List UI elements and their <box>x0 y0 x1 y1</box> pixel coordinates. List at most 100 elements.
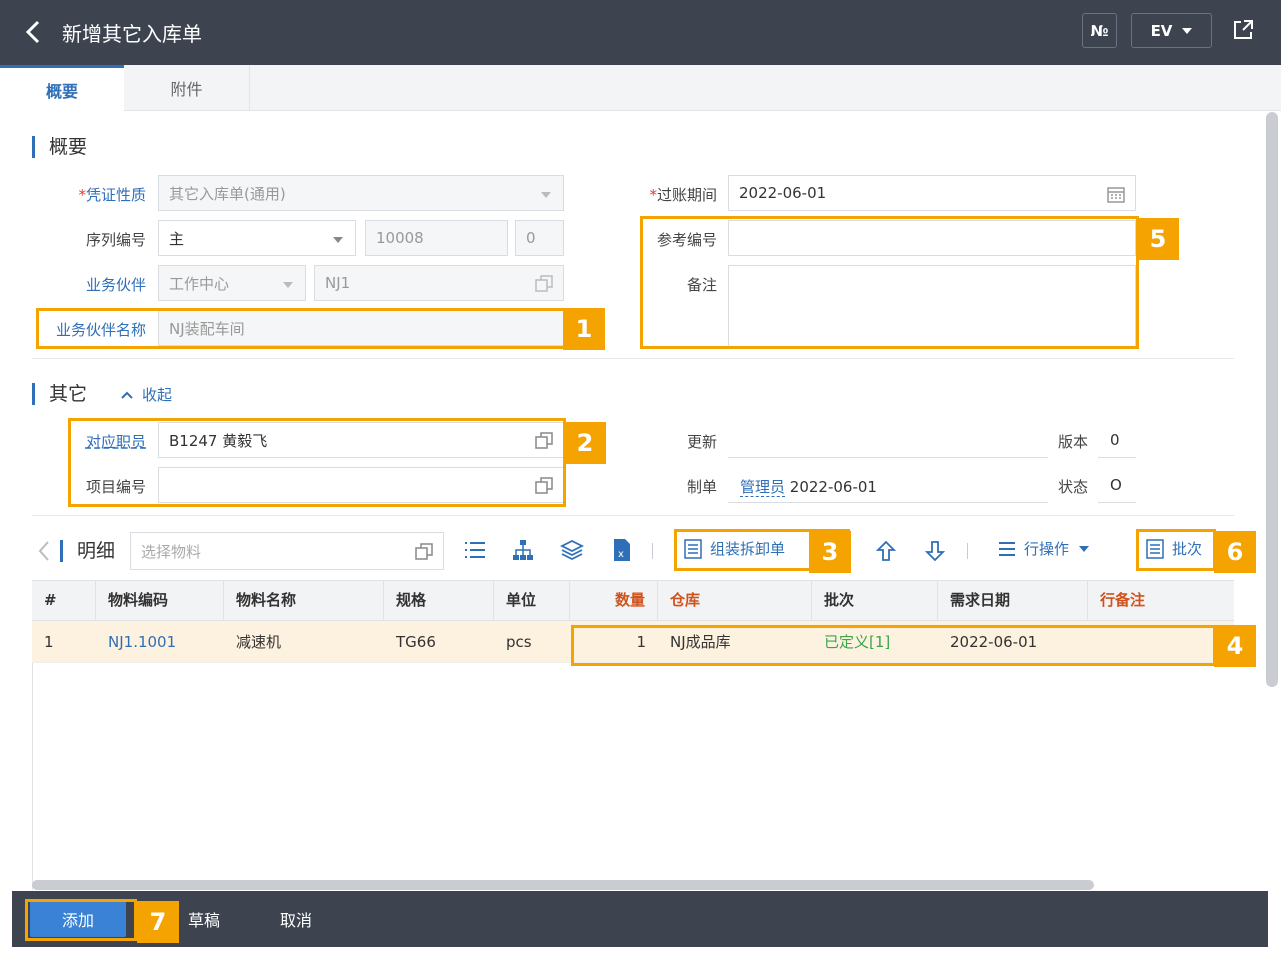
numbering-button-label: № <box>1090 21 1109 40</box>
serial-series-value: 主 <box>169 229 185 248</box>
posting-period-value: 2022-06-01 <box>739 184 827 202</box>
callout-box-2 <box>68 418 566 507</box>
col-header-warehouse[interactable]: 仓库 <box>658 581 812 620</box>
col-header-material-code[interactable]: 物料编码 <box>96 581 224 620</box>
partner-code-field[interactable]: NJ1 <box>314 265 564 301</box>
callout-badge-6: 6 <box>1214 531 1256 573</box>
caret-down-icon <box>1079 545 1090 552</box>
hierarchy-icon[interactable] <box>512 539 534 565</box>
callout-badge-2: 2 <box>564 422 606 464</box>
save-draft-label: 草稿 <box>188 911 221 930</box>
updated-underline <box>728 457 1048 458</box>
version-value: 0 <box>1110 431 1120 449</box>
col-header-remark[interactable]: 行备注 <box>1088 581 1234 620</box>
voucher-type-label: *凭证性质 <box>78 186 146 204</box>
col-header-material-name[interactable]: 物料名称 <box>224 581 384 620</box>
col-header-unit[interactable]: 单位 <box>494 581 570 620</box>
serial-number-field: 10008 <box>365 220 508 256</box>
move-up-icon[interactable] <box>875 540 897 566</box>
col-header-date[interactable]: 需求日期 <box>938 581 1088 620</box>
collapse-label: 收起 <box>142 386 173 404</box>
cell-unit[interactable]: pcs <box>494 621 570 663</box>
section-divider <box>32 515 1234 516</box>
partner-label[interactable]: 业务伙伴 <box>60 274 146 295</box>
move-down-icon[interactable] <box>924 540 946 566</box>
cell-material-name[interactable]: 减速机 <box>224 621 384 663</box>
page-title: 新增其它入库单 <box>62 22 202 46</box>
tab-attachments-label: 附件 <box>170 80 203 99</box>
vertical-scrollbar[interactable] <box>1266 112 1278 687</box>
lookup-icon[interactable] <box>535 275 553 297</box>
chevron-down-icon <box>541 192 551 198</box>
version-label: 版本 <box>1057 433 1088 451</box>
voucher-type-select[interactable]: 其它入库单(通用) <box>158 175 564 211</box>
ev-dropdown-button[interactable]: EV <box>1131 13 1212 48</box>
serial-no-label: 序列编号 <box>85 231 146 249</box>
cell-spec[interactable]: TG66 <box>384 621 494 663</box>
callout-box-6 <box>1136 529 1216 571</box>
section-divider <box>32 358 1234 359</box>
toolbar-separator <box>652 543 653 559</box>
updated-label: 更新 <box>686 433 717 451</box>
list-icon[interactable] <box>464 540 486 564</box>
save-draft-button[interactable]: 草稿 <box>172 901 232 937</box>
material-select-input[interactable]: 选择物料 <box>130 532 444 570</box>
cell-material-code[interactable]: NJ1.1001 <box>96 621 224 663</box>
layers-icon[interactable] <box>559 539 585 565</box>
excel-icon[interactable]: x <box>612 538 632 566</box>
calendar-icon[interactable] <box>1107 185 1125 207</box>
cancel-button[interactable]: 取消 <box>268 901 324 937</box>
posting-period-label: *过账期间 <box>649 186 717 204</box>
other-section-title: 其它 <box>32 383 87 405</box>
cell-index: 1 <box>44 633 54 651</box>
col-header-qty[interactable]: 数量 <box>570 581 658 620</box>
status-underline <box>1098 502 1136 503</box>
tab-summary[interactable]: 概要 <box>0 65 124 111</box>
back-arrow-icon[interactable] <box>22 16 46 48</box>
posting-period-field[interactable]: 2022-06-01 <box>728 175 1136 211</box>
numbering-button[interactable]: № <box>1082 13 1117 48</box>
row-ops-label: 行操作 <box>1024 540 1070 558</box>
svg-text:x: x <box>618 549 624 560</box>
chevron-down-icon <box>333 237 343 243</box>
tab-summary-label: 概要 <box>45 81 78 101</box>
toolbar-separator <box>967 543 968 559</box>
grid-header: # 物料编码 物料名称 规格 单位 数量 仓库 批次 需求日期 行备注 <box>32 580 1234 621</box>
chevron-left-icon[interactable] <box>38 540 50 566</box>
callout-badge-7: 7 <box>137 901 179 943</box>
serial-suffix-field: 0 <box>515 220 564 256</box>
callout-badge-5: 5 <box>1137 218 1179 260</box>
col-header-batch[interactable]: 批次 <box>812 581 938 620</box>
ev-button-label: EV <box>1150 21 1173 40</box>
callout-box-5 <box>640 216 1139 349</box>
callout-box-1 <box>36 308 566 349</box>
action-bar: 添加 草稿 取消 <box>12 891 1268 947</box>
callout-box-4 <box>571 625 1216 666</box>
menu-icon <box>999 541 1015 556</box>
partner-code-value: NJ1 <box>325 274 351 292</box>
creator-label: 制单 <box>686 478 717 496</box>
chevron-down-icon <box>283 282 293 288</box>
lookup-icon[interactable] <box>415 543 433 565</box>
row-operations-dropdown[interactable]: 行操作 <box>998 538 1090 559</box>
serial-series-select[interactable]: 主 <box>158 220 356 256</box>
callout-box-7 <box>25 899 137 941</box>
cancel-label: 取消 <box>279 911 312 930</box>
creator-underline <box>728 502 1048 503</box>
app-header: 新增其它入库单 № EV <box>0 0 1281 65</box>
tab-attachments[interactable]: 附件 <box>124 65 250 111</box>
collapse-toggle[interactable]: 收起 <box>120 384 172 405</box>
partner-type-select[interactable]: 工作中心 <box>158 265 306 301</box>
col-header-spec[interactable]: 规格 <box>384 581 494 620</box>
creator-user-link[interactable]: 管理员 <box>740 478 786 497</box>
material-placeholder: 选择物料 <box>141 542 202 561</box>
summary-section-title: 概要 <box>32 136 87 158</box>
chevron-up-icon <box>121 391 133 399</box>
status-value: O <box>1110 476 1122 494</box>
horizontal-scrollbar[interactable] <box>32 880 1094 890</box>
export-icon[interactable] <box>1231 18 1255 46</box>
partner-type-value: 工作中心 <box>169 274 230 293</box>
tab-bar: 概要 附件 <box>0 65 1281 111</box>
serial-number-value: 10008 <box>376 229 424 247</box>
callout-badge-3: 3 <box>809 531 851 573</box>
